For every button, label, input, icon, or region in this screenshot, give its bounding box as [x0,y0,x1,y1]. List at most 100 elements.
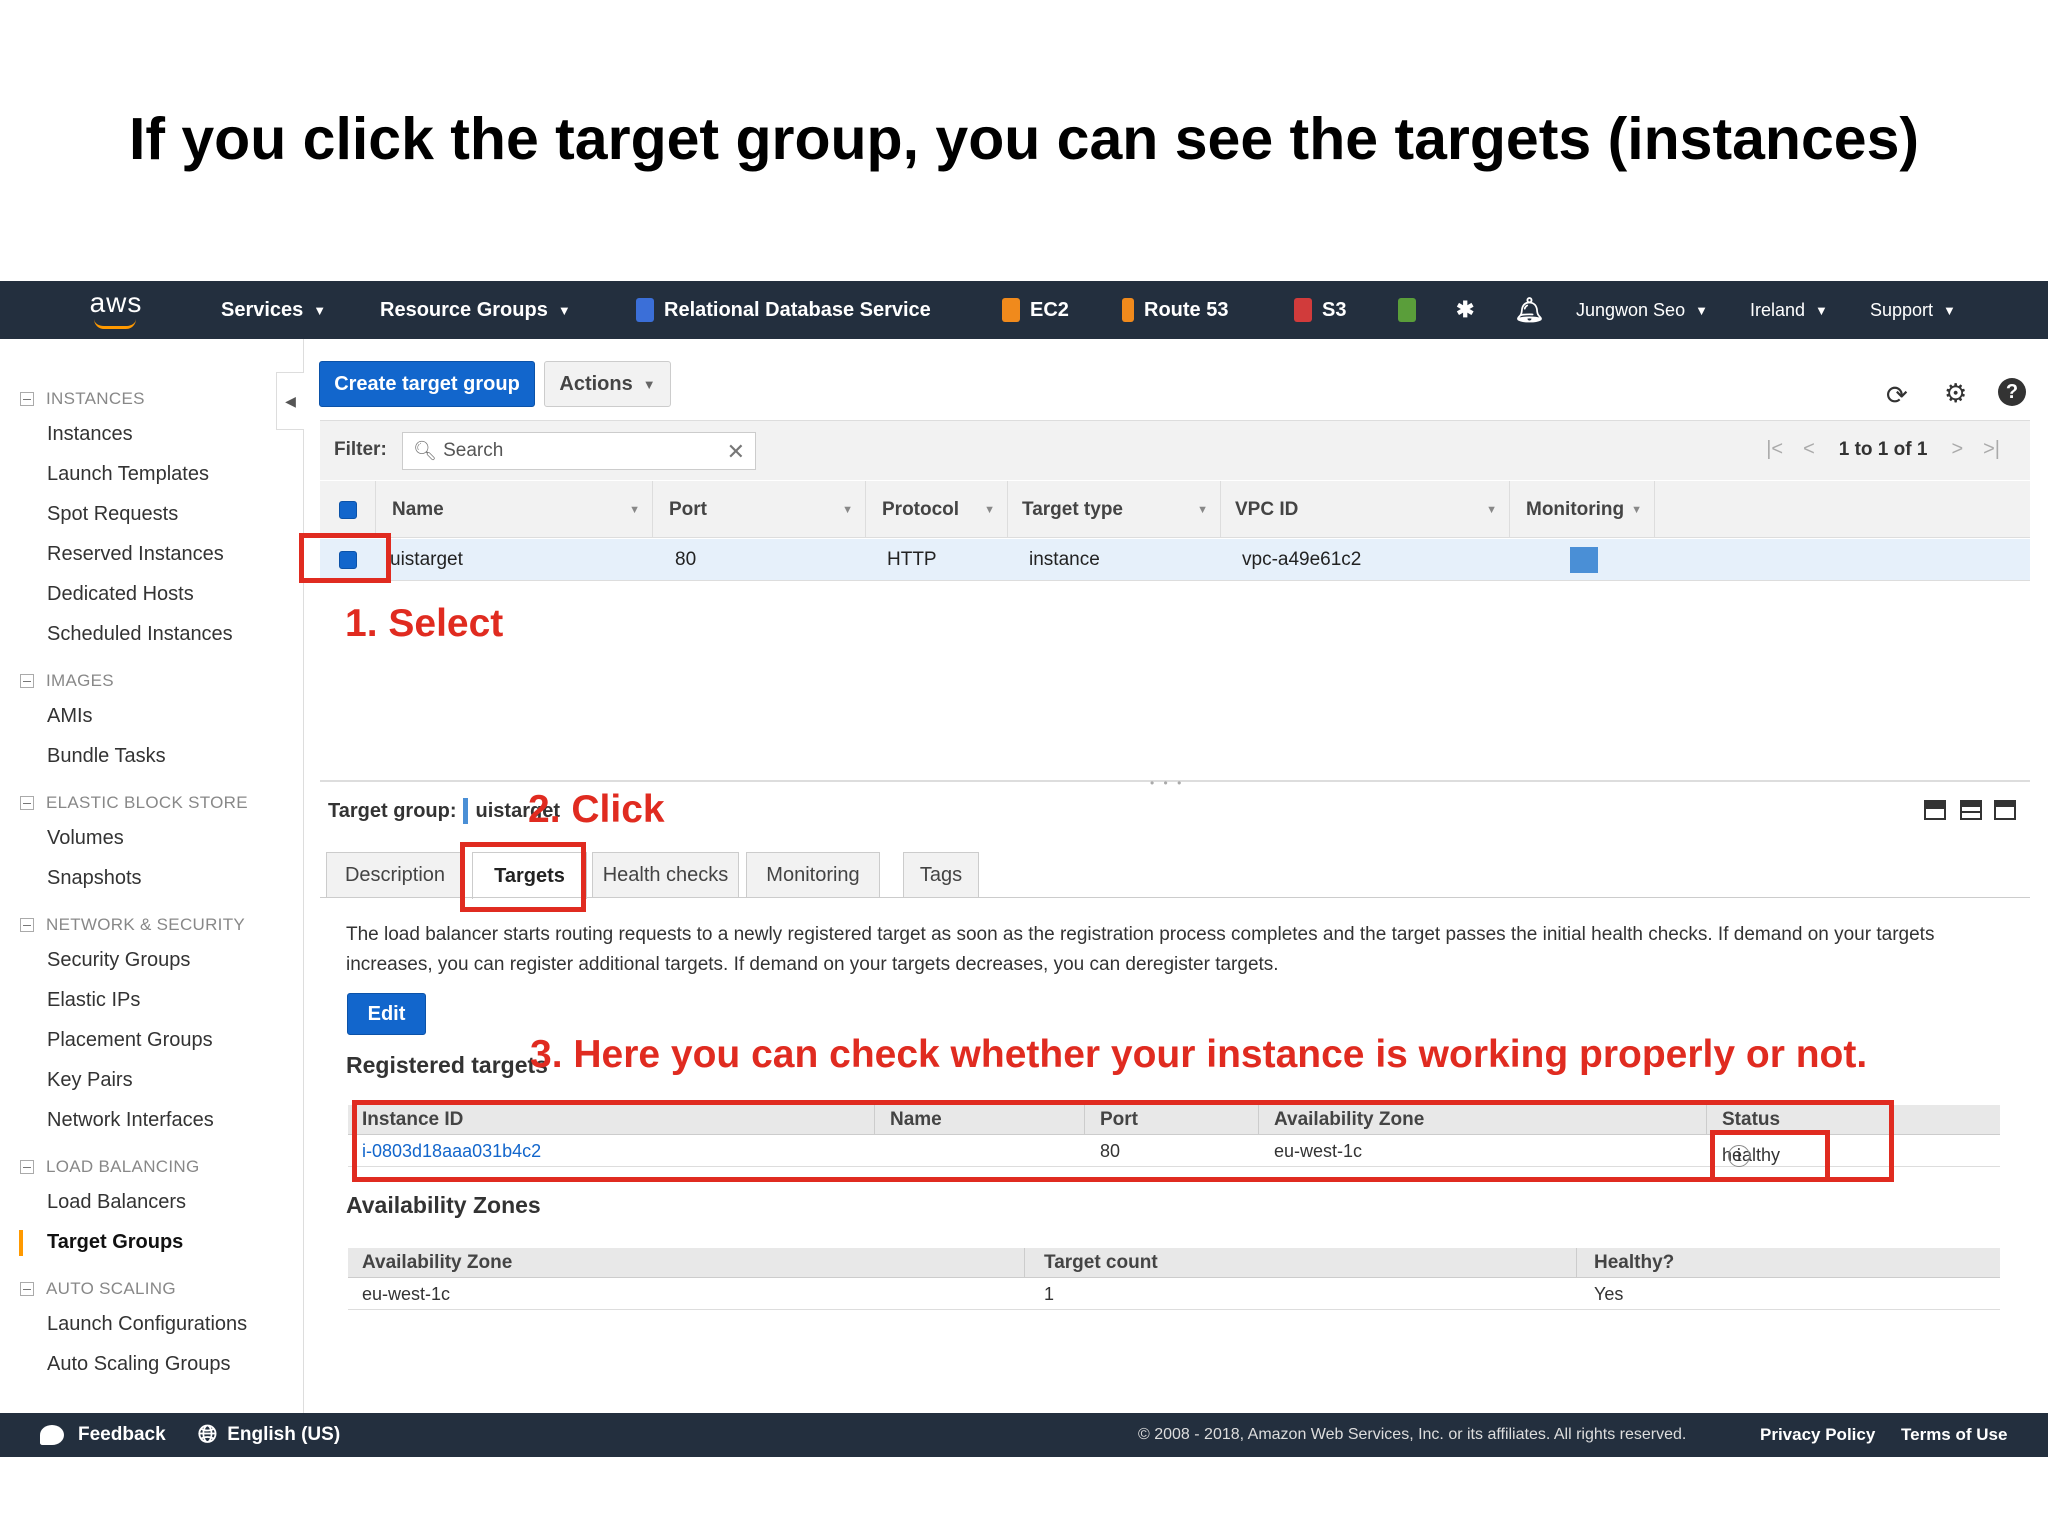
sidebar-item-auto-scaling-groups[interactable]: Auto Scaling Groups [47,1353,230,1376]
annotation-step2: 2. Click [528,788,665,831]
aws-logo-text: aws [89,287,143,318]
select-all-checkbox[interactable] [338,500,357,519]
annotation-select-box [299,533,391,583]
pin-icon[interactable]: ✱ [1456,281,1474,339]
sidebar-item-bundle-tasks[interactable]: Bundle Tasks [47,745,166,768]
privacy-policy-link[interactable]: Privacy Policy [1760,1413,1875,1457]
sidebar-item-security-groups[interactable]: Security Groups [47,949,190,972]
sidebar-item-launch-templates[interactable]: Launch Templates [47,463,209,486]
sidebar-item-placement-groups[interactable]: Placement Groups [47,1029,213,1052]
sort-icon: ▼ [842,503,853,516]
chevron-down-icon: ▼ [557,302,571,318]
beanstalk-shortcut[interactable] [1398,281,1416,339]
column-protocol[interactable]: Protocol ▼ [866,481,1008,538]
rds-shortcut[interactable]: Relational Database Service [636,281,931,339]
route53-icon [1122,298,1134,322]
pager-text: 1 to 1 of 1 [1838,438,1928,460]
sidebar-item-key-pairs[interactable]: Key Pairs [47,1069,133,1092]
sidebar-item-reserved-instances[interactable]: Reserved Instances [47,543,224,566]
grid-header: Name ▼ Port ▼ Protocol ▼ Target type ▼ VPC I… [320,481,2030,538]
s3-shortcut[interactable]: S3 [1294,281,1346,339]
prev-page-icon[interactable]: < [1803,438,1815,461]
region-label: Ireland [1750,299,1806,320]
services-menu[interactable]: Services ▼ [221,281,326,339]
col-healthy: Healthy? [1594,1252,1675,1273]
monitoring-icon[interactable] [1570,547,1598,573]
language-selector[interactable]: 🌐︎ English (US) [198,1413,340,1457]
pagination: |< < 1 to 1 of 1 > >| [1756,438,2010,461]
sidebar-item-scheduled-instances[interactable]: Scheduled Instances [47,623,233,646]
support-menu[interactable]: Support ▼ [1870,281,1956,339]
first-page-icon[interactable]: |< [1766,438,1783,461]
top-nav: aws Services ▼ Resource Groups ▼ Relationa… [0,281,2048,339]
sidebar-section-load-balancing[interactable]: LOAD BALANCING [20,1157,199,1177]
rds-label: Relational Database Service [664,298,931,321]
tab-health-checks[interactable]: Health checks [592,852,739,898]
sidebar-section-instances[interactable]: INSTANCES [20,389,145,409]
pane-maximize-icon[interactable] [1924,800,1946,820]
feedback-link[interactable]: Feedback [40,1413,166,1457]
search-placeholder: Search [443,440,504,461]
sidebar-item-load-balancers[interactable]: Load Balancers [47,1191,186,1214]
table-row[interactable]: uistarget 80 HTTP instance vpc-a49e61c2 [320,539,2030,581]
sidebar-section-network-security[interactable]: NETWORK & SECURITY [20,915,245,935]
sidebar-item-instances[interactable]: Instances [47,423,133,446]
last-page-icon[interactable]: >| [1983,438,2000,461]
sidebar-item-dedicated-hosts[interactable]: Dedicated Hosts [47,583,194,606]
ec2-shortcut[interactable]: EC2 [1002,281,1069,339]
sidebar-section-ebs[interactable]: ELASTIC BLOCK STORE [20,793,248,813]
column-monitoring[interactable]: Monitoring ▼ [1510,481,1655,538]
region-menu[interactable]: Ireland ▼ [1750,281,1828,339]
create-target-group-button[interactable]: Create target group [319,361,535,407]
sidebar-item-volumes[interactable]: Volumes [47,827,124,850]
pane-minimize-icon[interactable] [1994,800,2016,820]
copyright-text: © 2008 - 2018, Amazon Web Services, Inc.… [1138,1426,1687,1443]
route53-label: Route 53 [1144,298,1229,321]
sidebar-item-launch-configurations[interactable]: Launch Configurations [47,1313,247,1336]
tab-monitoring[interactable]: Monitoring [746,852,880,898]
user-label: Jungwon Seo [1576,299,1686,320]
bell-icon[interactable]: 🔔︎ [1514,281,1544,339]
column-name[interactable]: Name ▼ [376,481,653,538]
pane-splitter[interactable]: • • • [320,776,2030,790]
column-port[interactable]: Port ▼ [653,481,866,538]
tab-description[interactable]: Description [326,852,464,898]
detail-header: Target group: uistarget [328,798,560,824]
globe-icon: 🌐︎ [198,1421,218,1448]
tab-tags[interactable]: Tags [903,852,979,898]
resource-groups-menu[interactable]: Resource Groups ▼ [380,281,571,339]
next-page-icon[interactable]: > [1951,438,1963,461]
registered-targets-title: Registered targets [346,1052,548,1078]
targets-description: The load balancer starts routing request… [346,924,1935,975]
column-vpc-id[interactable]: VPC ID ▼ [1221,481,1510,538]
actions-button[interactable]: Actions ▼ [544,361,671,407]
annotation-step3: 3. Here you can check whether your insta… [530,1033,1868,1076]
collapse-icon [20,918,34,932]
terms-of-use-link[interactable]: Terms of Use [1901,1413,2007,1457]
sidebar-item-snapshots[interactable]: Snapshots [47,867,142,890]
column-divider [1576,1248,1577,1278]
sidebar-section-auto-scaling[interactable]: AUTO SCALING [20,1279,176,1299]
sidebar-item-elastic-ips[interactable]: Elastic IPs [47,989,140,1012]
refresh-icon[interactable]: ⟳ [1886,380,1908,411]
sidebar-collapse-toggle[interactable]: ◀ [276,372,304,430]
sidebar-item-amis[interactable]: AMIs [47,705,93,728]
sidebar-item-target-groups[interactable]: Target Groups [47,1231,183,1254]
row-port: 80 [675,549,697,570]
sort-icon: ▼ [984,503,995,516]
sidebar-item-spot-requests[interactable]: Spot Requests [47,503,178,526]
sidebar-section-images[interactable]: IMAGES [20,671,114,691]
pane-split-icon[interactable] [1960,800,1982,820]
aws-logo[interactable]: aws [84,287,148,333]
clear-search-icon[interactable]: ✕ [727,439,745,465]
detail-label: Target group: [328,799,457,822]
route53-shortcut[interactable]: Route 53 [1122,281,1228,339]
edit-button[interactable]: Edit [347,993,426,1035]
search-input[interactable]: 🔍︎ Search ✕ [402,432,756,470]
sidebar-item-network-interfaces[interactable]: Network Interfaces [47,1109,214,1132]
user-menu[interactable]: Jungwon Seo ▼ [1576,281,1708,339]
gear-icon[interactable]: ⚙ [1944,378,1967,409]
column-target-type[interactable]: Target type ▼ [1008,481,1221,538]
slide-title: If you click the target group, you can s… [128,106,1920,172]
help-icon[interactable]: ? [1998,378,2026,406]
